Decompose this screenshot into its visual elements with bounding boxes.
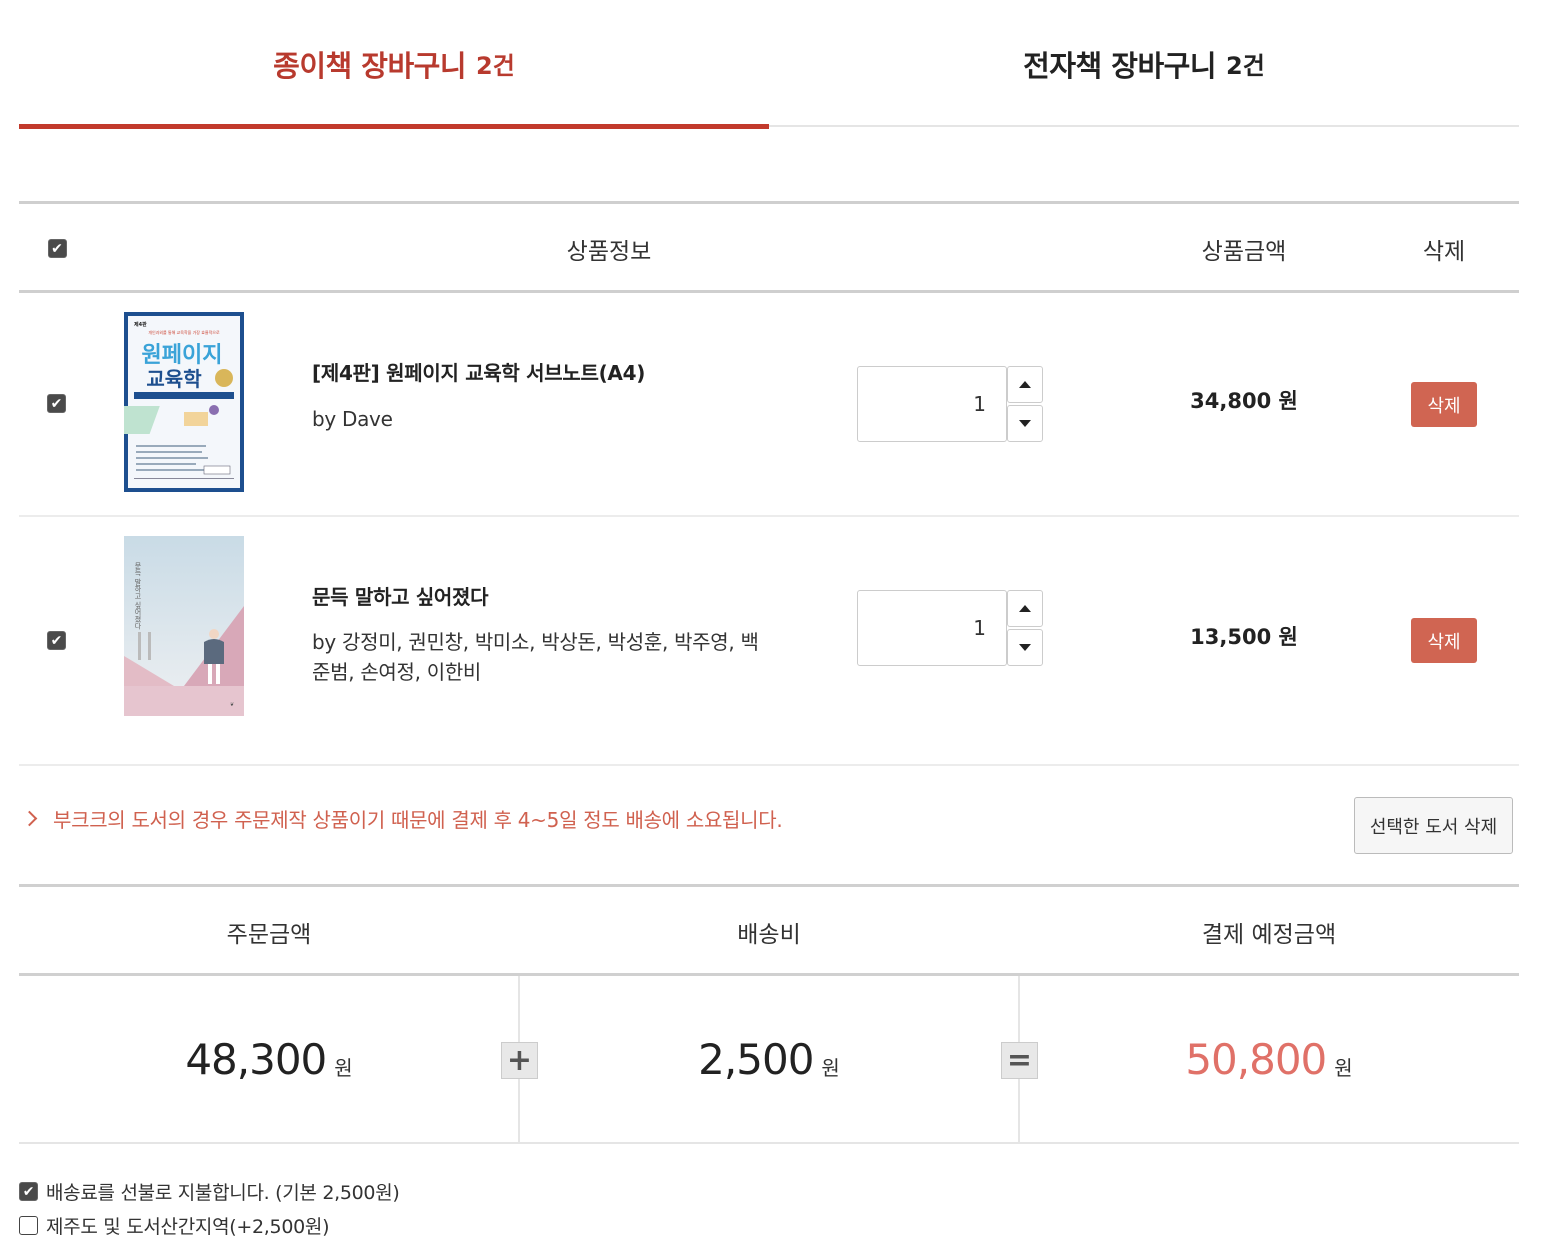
quantity-input[interactable]: 1 [857,590,1007,666]
cart-tabs: 종이책 장바구니 2건 전자책 장바구니 2건 [19,0,1519,129]
delete-item-button[interactable]: 삭제 [1411,382,1477,427]
item-checkbox[interactable]: ✔ [47,631,66,650]
cover-subtitle-text: 개인과외를 통해 교육학을 가장 효율적으로 [148,329,220,335]
currency-unit: 원 [821,1055,840,1080]
item-price: 13,500 원 [1190,625,1298,649]
chevron-right-icon [21,810,38,827]
select-all-cell: ✔ [39,204,75,293]
item-author: by 강정미, 권민창, 박미소, 박상돈, 박성훈, 박주영, 백준범, 손여… [312,630,759,684]
quantity-input[interactable]: 1 [857,366,1007,442]
item-author: by Dave [312,407,393,431]
summary-order-amount-label: 주문금액 [226,921,312,948]
delete-item-button[interactable]: 삭제 [1411,618,1477,663]
caret-down-icon [1019,644,1031,651]
delete-selected-button[interactable]: 선택한 도서 삭제 [1354,797,1513,854]
prepaid-shipping-checkbox[interactable]: ✔ [19,1182,38,1201]
remote-area-option[interactable]: 제주도 및 도서산간지역(+2,500원) [19,1212,330,1239]
summary-body: 48,300 원 + 2,500 원 = 50,800 원 [19,976,1519,1144]
shipping-amount-value: 2,500 [698,1034,814,1084]
summary-shipping-label: 배송비 [737,921,801,948]
tab-count: 2건 [476,52,515,80]
total-amount: 50,800 원 [1019,976,1519,1142]
cart-item-row: ✔ 문득 말하고 싶어졌다 ❦ 문득 말하고 싶어졌다 by 강정미, 권민창,… [19,517,1519,766]
item-price: 34,800 원 [1190,389,1298,413]
remote-area-label: 제주도 및 도서산간지역(+2,500원) [46,1216,330,1238]
total-amount-value: 50,800 [1185,1034,1327,1084]
currency-unit: 원 [334,1055,353,1080]
quantity-increase-button[interactable] [1007,590,1043,627]
remote-area-checkbox[interactable] [19,1216,38,1235]
book-cover-image[interactable]: 문득 말하고 싶어졌다 ❦ [124,536,244,716]
summary-total-label: 결제 예정금액 [1201,921,1337,948]
tab-count: 2건 [1226,52,1265,80]
currency-unit: 원 [1334,1055,1353,1080]
cover-edition-text: 제4판 [134,321,147,328]
item-title[interactable]: 문득 말하고 싶어졌다 [312,581,489,610]
cover-vertical-title: 문득 말하고 싶어졌다 [134,562,142,631]
tab-label: 전자책 장바구니 [1023,48,1217,83]
item-checkbox[interactable]: ✔ [47,394,66,413]
order-amount-value: 48,300 [185,1034,327,1084]
order-amount: 48,300 원 [19,976,519,1142]
caret-up-icon [1019,605,1031,612]
tab-label: 종이책 장바구니 [273,48,467,83]
book-cover-image[interactable]: 제4판 개인과외를 통해 교육학을 가장 효율적으로 원페이지 교육학 Dave… [124,312,244,492]
tab-ebooks[interactable]: 전자책 장바구니 2건 [769,0,1519,127]
prepaid-shipping-label: 배송료를 선불로 지불합니다. (기본 2,500원) [46,1182,400,1204]
cover-title-line2: 교육학 [146,367,202,391]
header-product-info: 상품정보 [566,238,652,265]
tab-paper-books[interactable]: 종이책 장바구니 2건 [19,0,769,129]
summary-header: 주문금액 배송비 결제 예정금액 [19,884,1519,976]
quantity-stepper: 1 [857,590,1043,666]
select-all-checkbox[interactable]: ✔ [47,239,67,258]
quantity-increase-button[interactable] [1007,366,1043,403]
cart-item-row: ✔ 제4판 개인과외를 통해 교육학을 가장 효율적으로 원페이지 교육학 Da… [19,293,1519,517]
header-product-price: 상품금액 [1201,238,1287,265]
cover-title-line1: 원페이지 [142,343,223,368]
cart-table-header: ✔ 상품정보 상품금액 삭제 [19,201,1519,293]
quantity-stepper: 1 [857,366,1043,442]
header-delete: 삭제 [1422,238,1466,265]
shipping-notice: 부크크의 도서의 경우 주문제작 상품이기 때문에 결제 후 4~5일 정도 배… [21,804,783,833]
prepaid-shipping-option[interactable]: ✔ 배송료를 선불로 지불합니다. (기본 2,500원) [19,1178,400,1205]
shipping-amount: 2,500 원 [519,976,1019,1142]
cover-signature: ❦ [230,702,234,708]
caret-down-icon [1019,420,1031,427]
quantity-decrease-button[interactable] [1007,405,1043,442]
notice-text: 부크크의 도서의 경우 주문제작 상품이기 때문에 결제 후 4~5일 정도 배… [53,808,783,832]
caret-up-icon [1019,381,1031,388]
quantity-decrease-button[interactable] [1007,629,1043,666]
item-title[interactable]: [제4판] 원페이지 교육학 서브노트(A4) [312,357,645,386]
